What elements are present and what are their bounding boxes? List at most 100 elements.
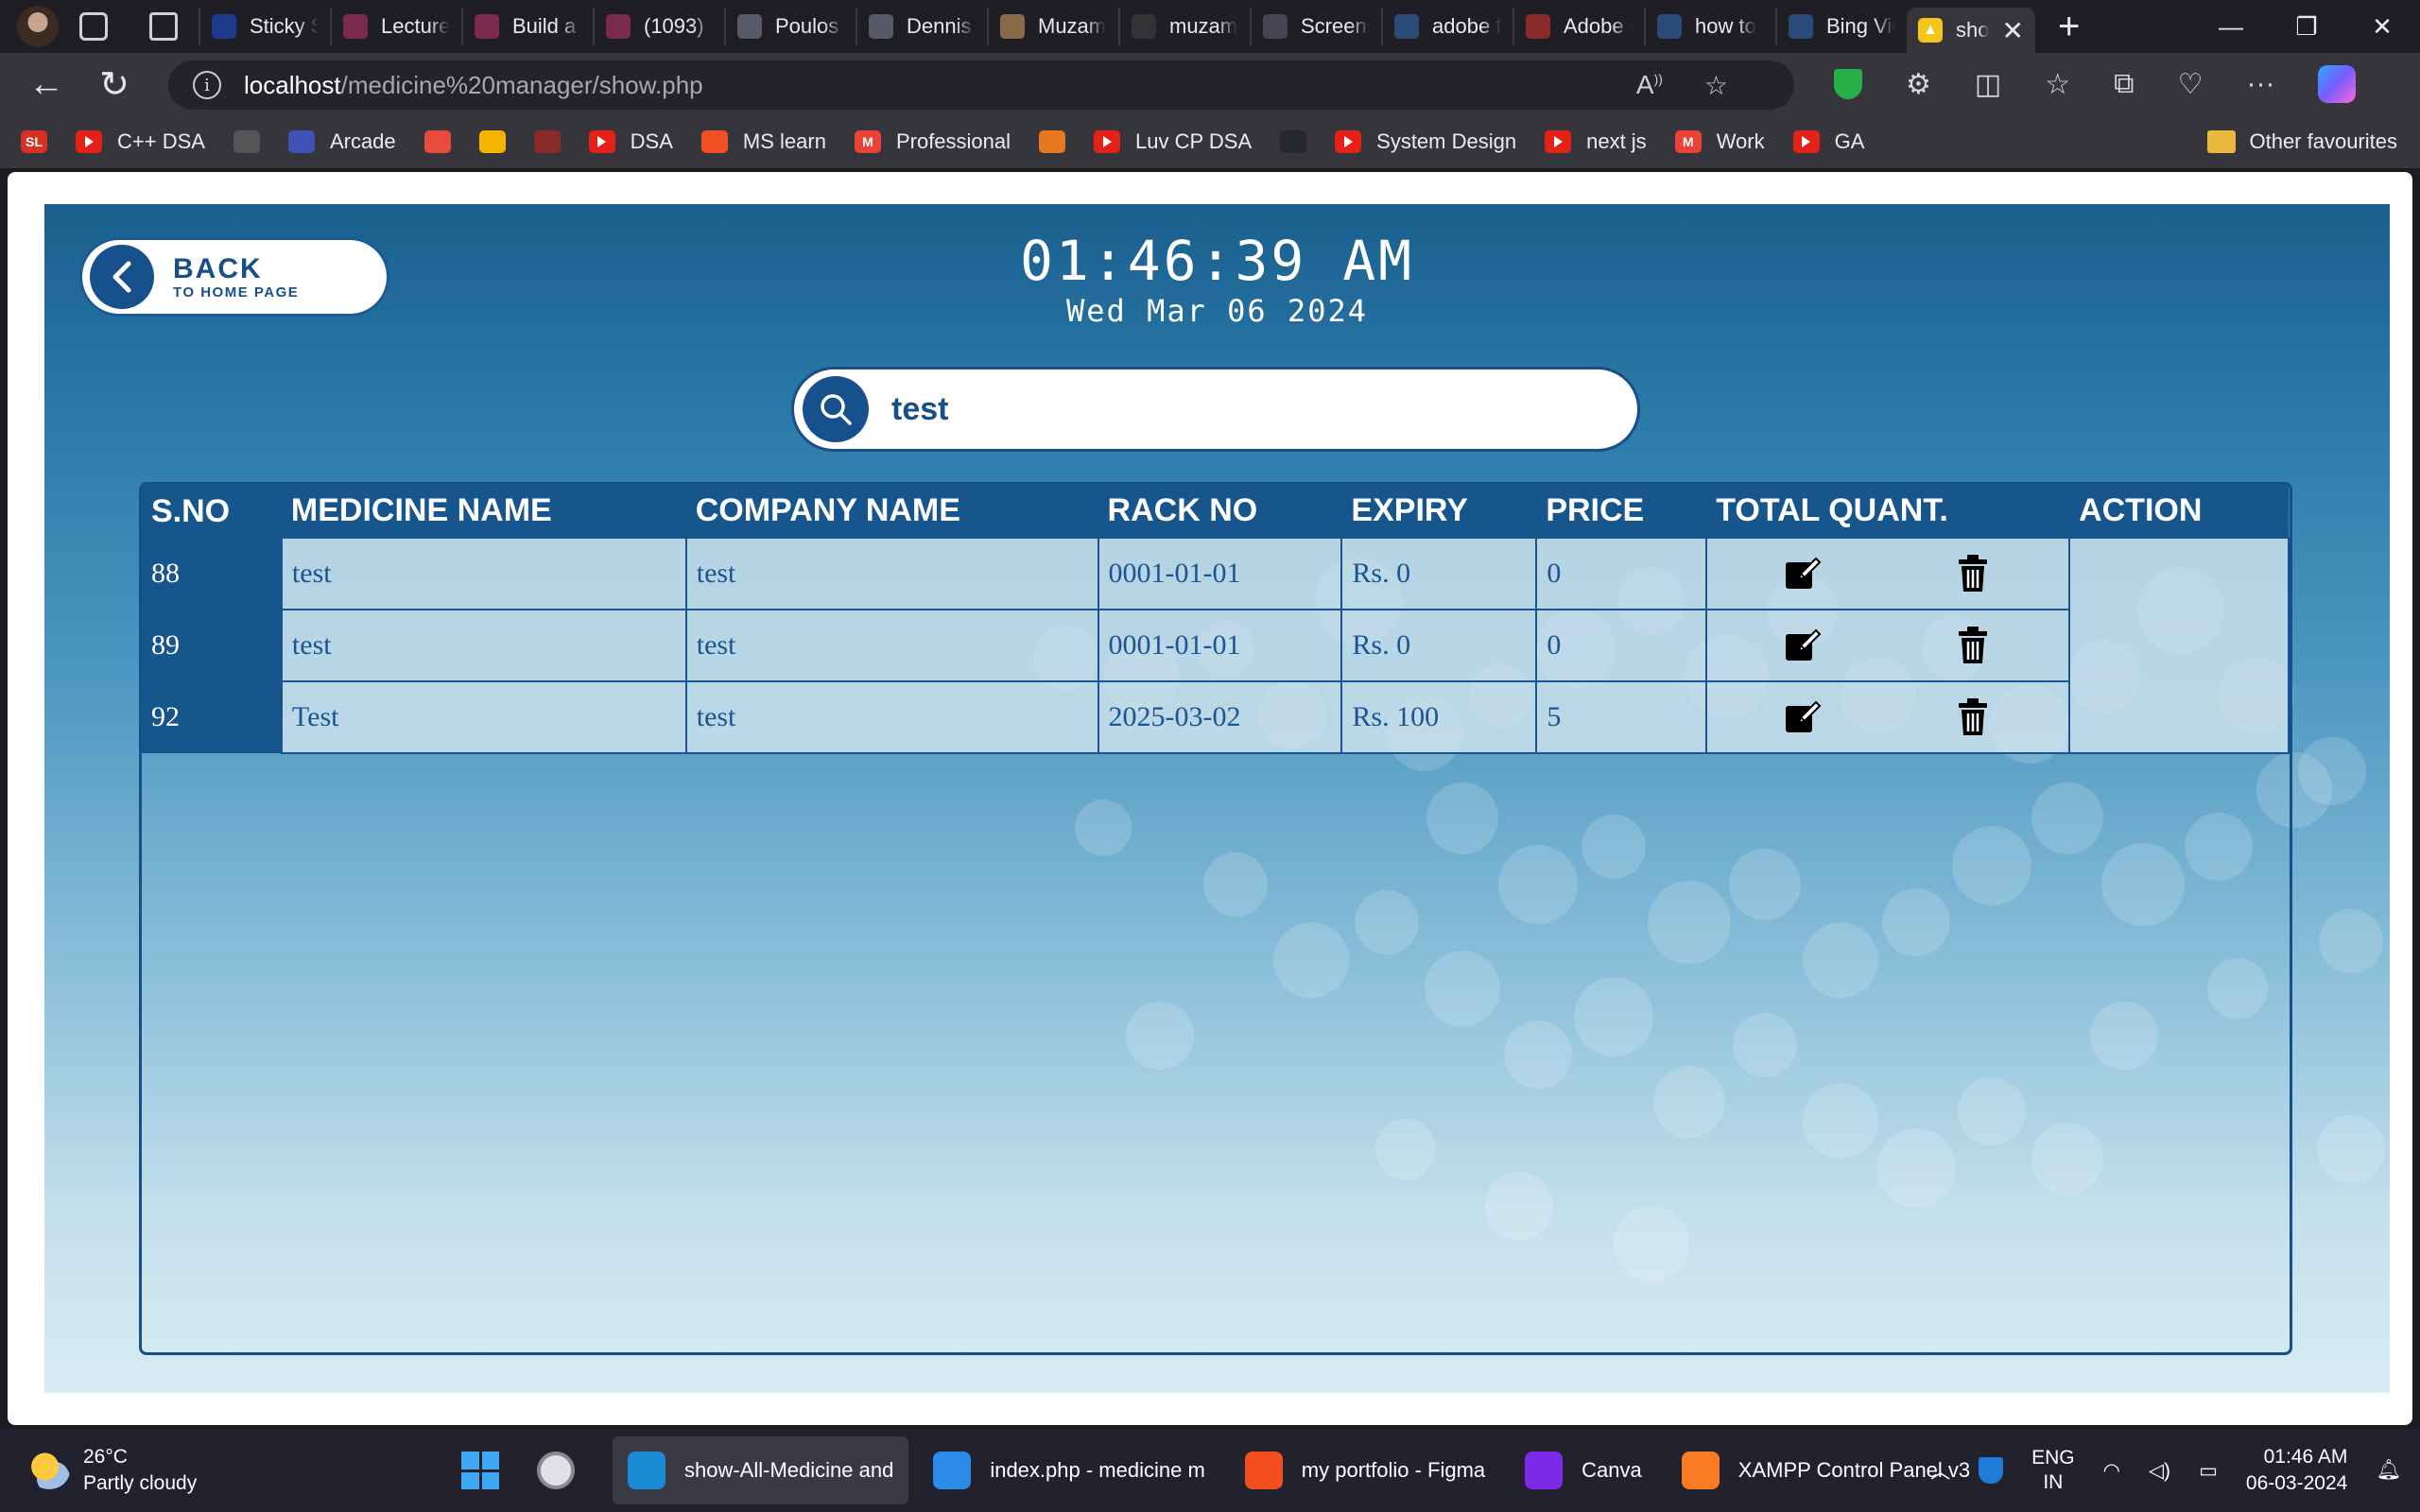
bookmark-label: Arcade bbox=[329, 129, 396, 153]
restore-icon[interactable]: ❐ bbox=[2269, 12, 2344, 42]
tab-title: how to bbox=[1695, 14, 1756, 38]
search-icon[interactable] bbox=[803, 376, 869, 442]
cell-sno: 88 bbox=[142, 538, 282, 610]
bookmark-11[interactable]: Luv CP DSA bbox=[1094, 129, 1252, 154]
bookmark-16[interactable]: GA bbox=[1792, 129, 1864, 154]
bookmark-15[interactable]: M Work bbox=[1674, 129, 1765, 154]
taskbar-app-1[interactable]: index.php - medicine m bbox=[918, 1436, 1219, 1504]
wifi-icon[interactable]: ◠ bbox=[2103, 1459, 2120, 1483]
more-menu-icon[interactable]: ··· bbox=[2247, 68, 2275, 100]
site-info-icon[interactable]: i bbox=[193, 71, 221, 99]
edit-icon[interactable] bbox=[1774, 617, 1831, 674]
workspaces-icon[interactable] bbox=[79, 12, 108, 41]
extensions-icon[interactable]: ⚙ bbox=[1906, 68, 1931, 101]
back-arrow-icon[interactable]: ← bbox=[23, 60, 70, 108]
tab-title: adobe fi bbox=[1432, 14, 1501, 38]
bookmark-favicon-icon: M bbox=[1674, 130, 1702, 153]
trash-icon[interactable] bbox=[1945, 617, 2001, 674]
tab-actions-icon[interactable] bbox=[149, 12, 178, 41]
bookmark-favicon-icon bbox=[588, 130, 615, 153]
taskbar-apps: show-All-Medicine and index.php - medicin… bbox=[461, 1429, 1995, 1512]
copilot-icon[interactable] bbox=[2318, 65, 2357, 103]
collections-icon[interactable]: ⧉ bbox=[2114, 68, 2134, 100]
bookmark-14[interactable]: next js bbox=[1545, 129, 1647, 154]
lang-line-1: ENG bbox=[2031, 1447, 2075, 1469]
performance-icon[interactable]: ♡ bbox=[2178, 68, 2204, 101]
header-expiry: EXPIRY bbox=[1341, 485, 1537, 538]
bookmark-favicon-icon bbox=[533, 130, 561, 153]
profile-avatar[interactable] bbox=[17, 6, 59, 47]
bookmark-7[interactable]: DSA bbox=[588, 129, 673, 154]
bookmark-label: Luv CP DSA bbox=[1135, 129, 1253, 153]
tab-title: muzam bbox=[1169, 14, 1238, 38]
clock-app-icon[interactable] bbox=[537, 1452, 575, 1489]
security-shield-icon[interactable] bbox=[1979, 1457, 2004, 1484]
new-tab-icon[interactable]: + bbox=[2058, 6, 2080, 48]
tab-10[interactable]: Adobe F bbox=[1512, 8, 1644, 45]
battery-icon[interactable]: ▭ bbox=[2199, 1459, 2218, 1483]
favorites-icon[interactable]: ☆ bbox=[2045, 68, 2070, 101]
tab-active[interactable]: ▲ sho ✕ bbox=[1907, 8, 2035, 53]
bookmark-9[interactable]: M Professional bbox=[854, 129, 1011, 154]
bookmark-0[interactable]: SL bbox=[21, 130, 47, 153]
bookmark-favicon-icon bbox=[287, 130, 315, 153]
bookmark-favicon-icon bbox=[700, 130, 728, 153]
tab-9[interactable]: adobe fi bbox=[1381, 8, 1512, 45]
bookmark-12[interactable] bbox=[1280, 130, 1307, 153]
taskbar-app-3[interactable]: Canva bbox=[1510, 1436, 1657, 1504]
taskbar-app-0[interactable]: show-All-Medicine and bbox=[613, 1436, 909, 1504]
bookmark-13[interactable]: System Design bbox=[1335, 129, 1516, 154]
taskbar-app-2[interactable]: my portfolio - Figma bbox=[1230, 1436, 1500, 1504]
favorite-star-icon[interactable]: ☆ bbox=[1704, 70, 1728, 101]
chevron-up-icon[interactable]: ︿ bbox=[1930, 1456, 1950, 1485]
bookmark-10[interactable] bbox=[1039, 130, 1066, 153]
bookmark-6[interactable] bbox=[533, 130, 561, 153]
url-field[interactable]: i localhost/medicine%20manager/show.php … bbox=[168, 60, 1794, 110]
bookmark-3[interactable]: Arcade bbox=[287, 129, 396, 154]
trash-icon[interactable] bbox=[1945, 689, 2001, 746]
search-input[interactable]: test bbox=[891, 391, 948, 428]
tab-5[interactable]: Dennis S bbox=[856, 8, 987, 45]
other-favourites[interactable]: Other favourites bbox=[2207, 129, 2397, 154]
tab-1[interactable]: Lecture2 bbox=[330, 8, 461, 45]
tab-4[interactable]: Poulos C bbox=[724, 8, 856, 45]
volume-icon[interactable]: ◁) bbox=[2149, 1459, 2170, 1483]
trash-icon[interactable] bbox=[1945, 545, 2001, 602]
edit-icon[interactable] bbox=[1774, 545, 1831, 602]
tab-2[interactable]: Build a T bbox=[461, 8, 593, 45]
close-window-icon[interactable]: ✕ bbox=[2344, 12, 2420, 42]
tab-favicon-icon bbox=[606, 14, 631, 39]
refresh-icon[interactable]: ↻ bbox=[91, 60, 138, 108]
tab-3[interactable]: (1093) 7 bbox=[593, 8, 724, 45]
tab-title: Bing Vic bbox=[1826, 14, 1895, 38]
adblock-shield-icon[interactable] bbox=[1834, 69, 1862, 99]
tab-7[interactable]: muzam bbox=[1118, 8, 1250, 45]
weather-widget[interactable]: 26°C Partly cloudy bbox=[28, 1444, 197, 1497]
search-bar[interactable]: test bbox=[791, 367, 1640, 452]
windows-start-icon[interactable] bbox=[461, 1452, 499, 1489]
tab-favicon-icon bbox=[1789, 14, 1813, 39]
language-indicator[interactable]: ENG IN bbox=[2031, 1446, 2075, 1495]
read-aloud-icon[interactable]: A)) bbox=[1636, 70, 1663, 101]
bookmark-1[interactable]: C++ DSA bbox=[76, 129, 205, 154]
bookmark-5[interactable] bbox=[478, 130, 506, 153]
minimize-icon[interactable]: — bbox=[2193, 12, 2269, 42]
bookmark-8[interactable]: MS learn bbox=[700, 129, 826, 154]
bookmark-2[interactable] bbox=[233, 130, 260, 153]
header-action: ACTION bbox=[2069, 485, 2289, 538]
close-tab-icon[interactable]: ✕ bbox=[2002, 15, 2024, 46]
tab-11[interactable]: how to bbox=[1644, 8, 1775, 45]
edit-icon[interactable] bbox=[1774, 689, 1831, 746]
cell-expiry: Rs. 100 bbox=[1340, 680, 1538, 754]
tab-0[interactable]: Sticky Sc bbox=[199, 8, 330, 45]
app-icon bbox=[1244, 1452, 1283, 1489]
tab-6[interactable]: Muzam bbox=[987, 8, 1118, 45]
tab-12[interactable]: Bing Vic bbox=[1775, 8, 1907, 45]
tab-8[interactable]: Screens bbox=[1250, 8, 1381, 45]
bookmark-4[interactable] bbox=[424, 130, 451, 153]
tab-favicon-icon bbox=[475, 14, 499, 39]
taskbar-clock[interactable]: 01:46 AM 06-03-2024 bbox=[2246, 1444, 2347, 1497]
app-icon bbox=[628, 1452, 666, 1489]
split-screen-icon[interactable]: ◫ bbox=[1975, 68, 2001, 101]
notification-bell-icon[interactable]: 🔔︎ bbox=[2376, 1459, 2401, 1482]
